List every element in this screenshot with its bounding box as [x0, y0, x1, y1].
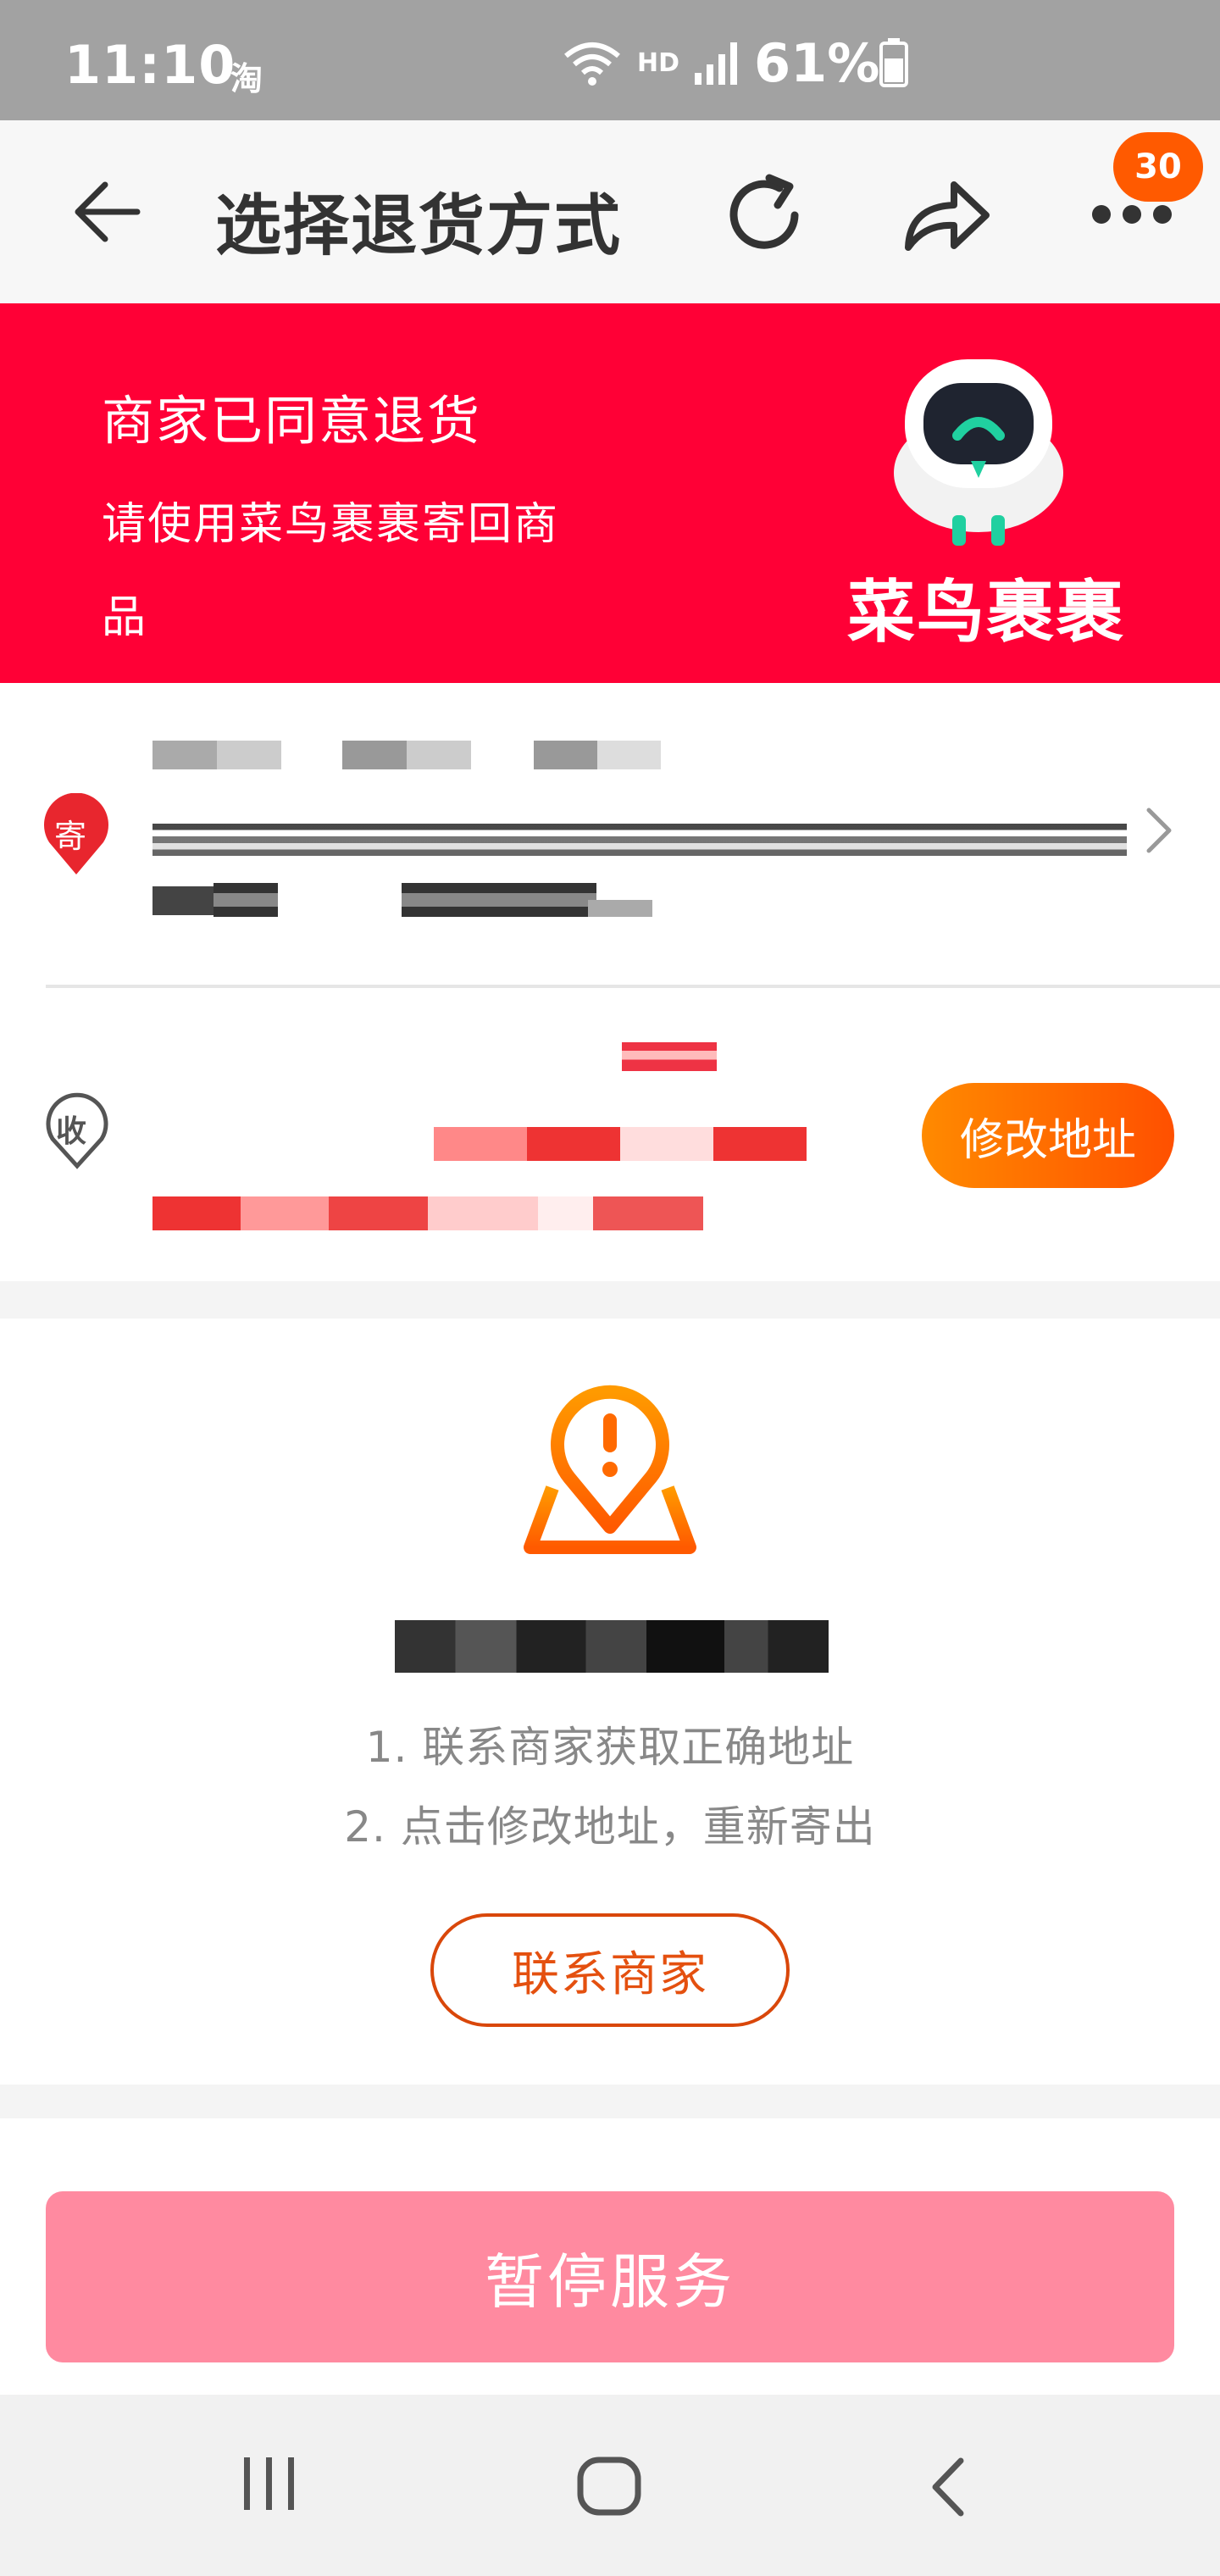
footer-bar: 暂停服务: [0, 2118, 1220, 2395]
share-icon[interactable]: [901, 173, 993, 258]
status-time: 11:10: [64, 34, 236, 96]
nav-header: 选择退货方式 30: [0, 120, 1220, 303]
notice-title-redacted: [395, 1620, 829, 1673]
notice-step-2: 2. 点击修改地址，重新寄出: [344, 1802, 876, 1852]
location-warning-icon: [524, 1385, 696, 1554]
chevron-right-icon[interactable]: [1144, 805, 1174, 856]
address-error-notice: 1. 联系商家获取正确地址 2. 点击修改地址，重新寄出 联系商家: [0, 1319, 1220, 2085]
sender-tag: 寄: [54, 818, 87, 855]
page-title: 选择退货方式: [215, 188, 623, 264]
receiver-tag: 收: [56, 1114, 87, 1149]
status-icons: HD 61%: [563, 32, 909, 94]
taobao-status-icon: 淘: [230, 60, 263, 97]
cainiao-brand-text: 菜鸟裹裹: [847, 573, 1125, 652]
edit-address-button[interactable]: 修改地址: [922, 1083, 1174, 1188]
back-arrow-icon[interactable]: [71, 180, 142, 244]
refresh-icon[interactable]: [720, 171, 808, 259]
battery-percent: 61%: [754, 31, 880, 94]
banner-title: 商家已同意退货: [102, 390, 482, 452]
signal-icon: [695, 42, 738, 85]
notification-badge: 30: [1113, 132, 1203, 202]
wifi-icon: [564, 42, 620, 86]
system-navigation-bar: [0, 2395, 1220, 2576]
battery-icon: [879, 38, 909, 87]
back-nav-icon[interactable]: [927, 2456, 968, 2518]
address-card: 寄 收 修改地址: [0, 683, 1220, 1281]
notice-step-1: 1. 联系商家获取正确地址: [365, 1723, 855, 1772]
network-type: HD: [637, 47, 680, 78]
contact-merchant-button[interactable]: 联系商家: [430, 1913, 790, 2027]
address-divider: [46, 985, 1220, 988]
home-icon[interactable]: [576, 2456, 642, 2517]
cainiao-robot-logo: [894, 359, 1063, 546]
refund-banner: 商家已同意退货 请使用菜鸟裹裹寄回商品 菜鸟裹裹: [0, 303, 1220, 683]
pause-service-button[interactable]: 暂停服务: [46, 2191, 1174, 2362]
recent-apps-icon[interactable]: [241, 2457, 298, 2510]
banner-subtitle: 请使用菜鸟裹裹寄回商品: [102, 499, 560, 643]
more-icon[interactable]: [1090, 202, 1174, 227]
status-bar: 11:10 淘 HD 61%: [0, 0, 1220, 120]
